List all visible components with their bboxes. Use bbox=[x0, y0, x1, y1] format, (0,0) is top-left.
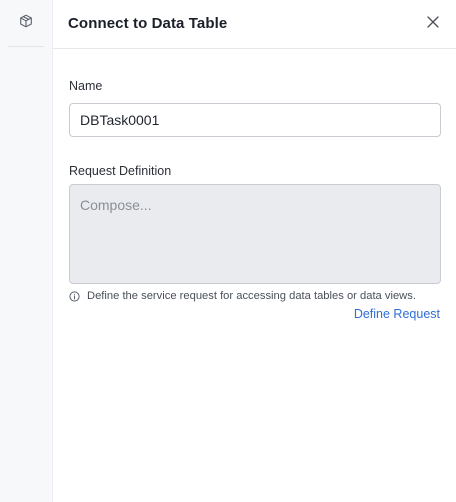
panel-header: Connect to Data Table bbox=[53, 0, 456, 49]
panel-title: Connect to Data Table bbox=[68, 15, 228, 32]
close-icon bbox=[425, 16, 441, 34]
rail-divider bbox=[8, 46, 44, 47]
left-rail bbox=[0, 0, 53, 502]
name-input[interactable] bbox=[69, 103, 441, 137]
request-compose-field[interactable]: Compose... bbox=[69, 184, 441, 284]
request-definition-label: Request Definition bbox=[69, 164, 172, 178]
connect-data-table-panel: Connect to Data Table Name Request Defin… bbox=[0, 0, 456, 502]
info-icon bbox=[69, 290, 80, 302]
cube-icon bbox=[19, 14, 33, 33]
rail-cube-button[interactable] bbox=[8, 4, 44, 42]
request-hint: Define the service request for accessing… bbox=[69, 290, 449, 302]
request-hint-text: Define the service request for accessing… bbox=[87, 290, 416, 302]
close-button[interactable] bbox=[425, 14, 441, 30]
name-label: Name bbox=[69, 79, 103, 93]
define-request-link[interactable]: Define Request bbox=[354, 307, 440, 321]
